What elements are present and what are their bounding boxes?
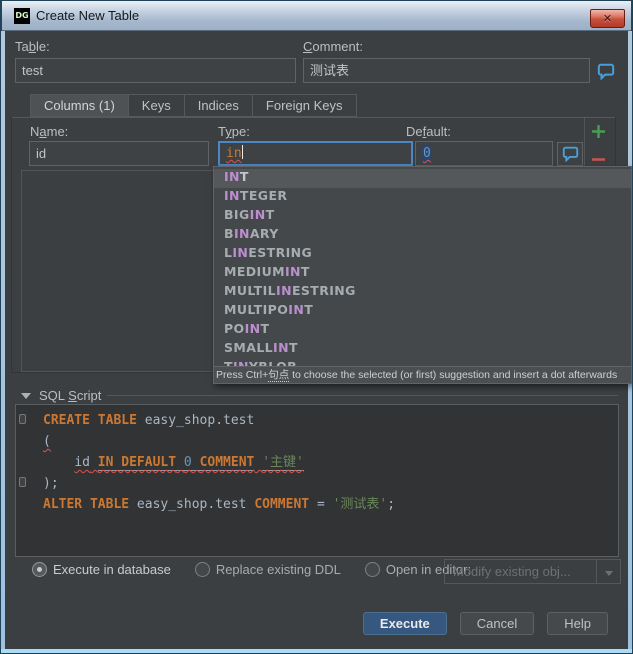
table-label: Table: [15,39,50,54]
text-caret [241,145,243,159]
type-completion-popup: INT INTEGER BIGINT BINARY LINESTRING MEDIUMIN… [213,166,632,384]
completion-list: INT INTEGER BIGINT BINARY LINESTRING MEDIUMIN… [214,167,631,366]
radio-button-icon[interactable] [194,562,210,577]
plus-icon [591,125,605,138]
completion-item-bigint[interactable]: BIGINT [214,207,631,226]
completion-item-multipoint[interactable]: MULTIPOINT [214,302,631,321]
completion-item-linestring[interactable]: LINESTRING [214,245,631,264]
sql-line: ( [43,434,51,449]
column-type-input[interactable]: in [218,141,413,166]
sql-line: ALTER TABLE easy_shop.test COMMENT = '测试… [43,497,396,512]
completion-item-point[interactable]: POINT [214,321,631,340]
sql-script-header[interactable]: SQL Script [21,388,101,403]
comment-bubble-icon [562,146,578,162]
radio-label: Replace existing DDL [215,562,341,577]
completion-item-smallint[interactable]: SMALLINT [214,340,631,359]
table-comment-input[interactable]: 测试表 [303,58,590,83]
completion-item-integer[interactable]: INTEGER [214,188,631,207]
sql-script-label: SQL Script [39,388,102,403]
radio-label: Execute in database [53,562,171,577]
completion-item-tinyblob[interactable]: TINYBLOB [214,359,631,366]
comment-bubble-icon[interactable] [594,60,618,82]
fold-marker[interactable] [19,414,26,424]
tab-indices[interactable]: Indices [184,94,253,117]
sql-code: CREATE TABLE easy_shop.test ( id IN DEFAU… [43,410,616,515]
close-icon[interactable]: ✕ [590,9,625,28]
add-column-button[interactable] [587,122,609,142]
help-button[interactable]: Help [547,612,608,635]
column-default-label: Default: [406,124,451,139]
completion-hint-bar: Press Ctrl+句点 to choose the selected (or… [214,366,631,383]
comment-label: Comment: [303,39,363,54]
sql-line: id IN DEFAULT 0 COMMENT '主键' [74,455,304,471]
radio-button-icon[interactable] [364,562,380,577]
radio-button-icon[interactable] [32,562,47,577]
radio-replace-existing-ddl[interactable]: Replace existing DDL [194,562,341,577]
open-in-editor-combobox[interactable]: Modify existing obj... [444,559,621,584]
completion-item-binary[interactable]: BINARY [214,226,631,245]
tab-keys[interactable]: Keys [128,94,185,117]
radio-execute-in-database[interactable]: Execute in database [32,562,171,577]
column-name-label: Name: [30,124,69,139]
sql-line: ); [43,476,59,491]
dialog-buttons: Execute Cancel Help [362,612,608,635]
datagrip-app-icon: DG [14,8,30,24]
sql-line: CREATE TABLE easy_shop.test [43,413,255,428]
window-title: Create New Table [36,8,140,23]
execution-options: Execute in database Replace existing DDL O… [32,562,471,577]
title-bar[interactable]: DG Create New Table ✕ [2,1,631,31]
column-default-input[interactable]: 0 [415,141,553,166]
create-new-table-dialog: DG Create New Table ✕ Table: Comment: te… [0,0,633,654]
column-name-input[interactable]: id [29,141,209,166]
table-name-input[interactable]: test [15,58,296,83]
completion-item-mediumint[interactable]: MEDIUMINT [214,264,631,283]
tab-bar: Columns (1) Keys Indices Foreign Keys [30,94,357,117]
window-border-left [1,31,5,649]
section-rule [107,395,618,396]
completion-item-int[interactable]: INT [214,169,631,188]
cancel-button[interactable]: Cancel [459,612,535,635]
tab-columns-1[interactable]: Columns (1) [30,94,129,117]
tab-foreign-keys[interactable]: Foreign Keys [252,94,357,117]
execute-button[interactable]: Execute [362,612,447,635]
window-border-bottom [1,649,632,653]
default-comment-button[interactable] [557,142,583,166]
chevron-down-icon[interactable] [596,560,620,583]
fold-marker[interactable] [19,477,26,487]
collapse-arrow-icon[interactable] [21,392,31,399]
sql-editor[interactable]: CREATE TABLE easy_shop.test ( id IN DEFAU… [15,404,619,557]
minus-icon [591,158,605,161]
column-type-label: Type: [218,124,250,139]
completion-item-multilinestring[interactable]: MULTILINESTRING [214,283,631,302]
